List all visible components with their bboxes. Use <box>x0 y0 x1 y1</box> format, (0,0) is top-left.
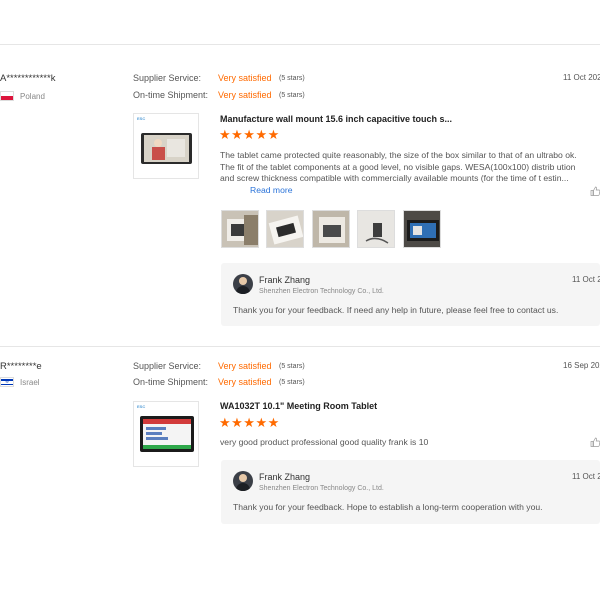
review-text: The tablet came protected quite reasonab… <box>220 150 592 196</box>
shipment-label: On-time Shipment: <box>133 90 209 100</box>
product-image[interactable]: ESC <box>133 113 199 179</box>
shipment-stars: (5 stars) <box>279 379 305 386</box>
buyer-country: Poland <box>20 92 45 101</box>
shipment-value: Very satisfied <box>218 90 272 100</box>
reply-author: Frank Zhang <box>259 472 311 482</box>
reply-date: 11 Oct 2 <box>572 472 600 481</box>
section-divider <box>0 44 600 45</box>
product-image[interactable]: ESC <box>133 401 199 467</box>
tablet-image <box>141 133 192 164</box>
reply-company: Shenzhen Electron Technology Co., Ltd. <box>259 485 384 492</box>
flag-poland-icon <box>0 91 14 101</box>
rating-stars: ★★★★★ <box>219 415 280 430</box>
flag-israel-icon: ✡ <box>0 377 14 387</box>
buyer-country: Israel <box>20 378 40 387</box>
avatar <box>233 274 253 294</box>
supplier-service-stars: (5 stars) <box>279 75 305 82</box>
shipment-stars: (5 stars) <box>279 92 305 99</box>
reply-author: Frank Zhang <box>259 275 311 285</box>
shipment-label: On-time Shipment: <box>133 377 209 387</box>
review-photo[interactable] <box>266 210 304 248</box>
supplier-service-value: Very satisfied <box>218 73 272 83</box>
supplier-service-value: Very satisfied <box>218 361 272 371</box>
product-title[interactable]: WA1032T 10.1" Meeting Room Tablet <box>220 401 377 411</box>
review-photo[interactable] <box>312 210 350 248</box>
review-text: very good product professional good qual… <box>220 437 429 447</box>
reply-text: Thank you for your feedback. Hope to est… <box>233 502 543 512</box>
review-date: 11 Oct 202 <box>563 73 600 82</box>
like-icon[interactable] <box>590 186 600 196</box>
review-photo[interactable] <box>221 210 259 248</box>
buyer-name: A************k <box>0 73 56 84</box>
tablet-image <box>140 416 194 452</box>
buyer-name: R********e <box>0 361 42 372</box>
reply-date: 11 Oct 2 <box>572 275 600 284</box>
reply-company: Shenzhen Electron Technology Co., Ltd. <box>259 288 384 295</box>
supplier-service-label: Supplier Service: <box>133 361 202 371</box>
read-more-link[interactable]: Read more <box>250 185 293 195</box>
supplier-reply: Frank Zhang Shenzhen Electron Technology… <box>221 460 600 524</box>
like-icon[interactable] <box>590 437 600 447</box>
review-photo[interactable] <box>403 210 441 248</box>
avatar <box>233 471 253 491</box>
supplier-service-label: Supplier Service: <box>133 73 202 83</box>
supplier-reply: Frank Zhang Shenzhen Electron Technology… <box>221 263 600 326</box>
supplier-service-stars: (5 stars) <box>279 363 305 370</box>
section-divider <box>0 346 600 347</box>
reply-text: Thank you for your feedback. If need any… <box>233 305 559 315</box>
rating-stars: ★★★★★ <box>219 127 280 142</box>
review-photo[interactable] <box>357 210 395 248</box>
review-date: 16 Sep 202 <box>563 361 600 370</box>
product-title[interactable]: Manufacture wall mount 15.6 inch capacit… <box>220 114 452 124</box>
review-body: The tablet came protected quite reasonab… <box>220 150 577 183</box>
shipment-value: Very satisfied <box>218 377 272 387</box>
